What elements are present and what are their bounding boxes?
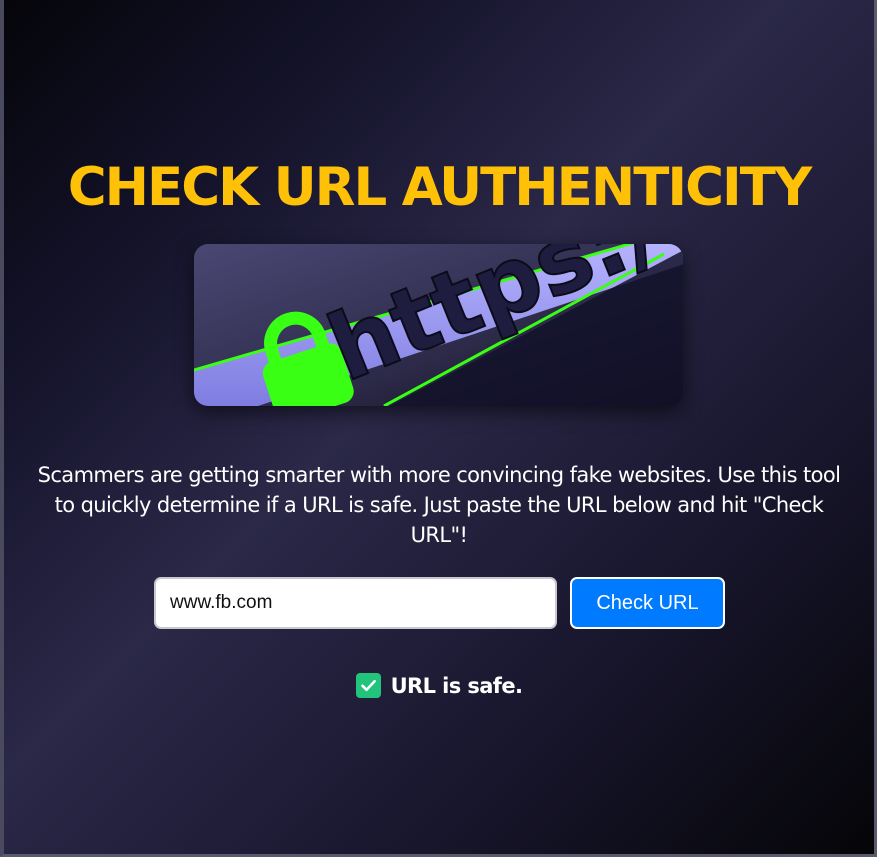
page-title: CHECK URL AUTHENTICITY — [67, 157, 812, 218]
result-text: URL is safe. — [390, 673, 523, 698]
page-container: CHECK URL AUTHENTICITY https:/ Scammers … — [0, 0, 877, 857]
check-url-button[interactable]: Check URL — [570, 577, 725, 629]
check-icon — [355, 673, 381, 698]
https-banner-image: https:/ — [194, 244, 683, 406]
description-text: Scammers are getting smarter with more c… — [37, 463, 841, 547]
url-check-form: Check URL — [154, 577, 729, 629]
result-message: URL is safe. — [4, 673, 874, 698]
url-input[interactable] — [154, 577, 557, 629]
